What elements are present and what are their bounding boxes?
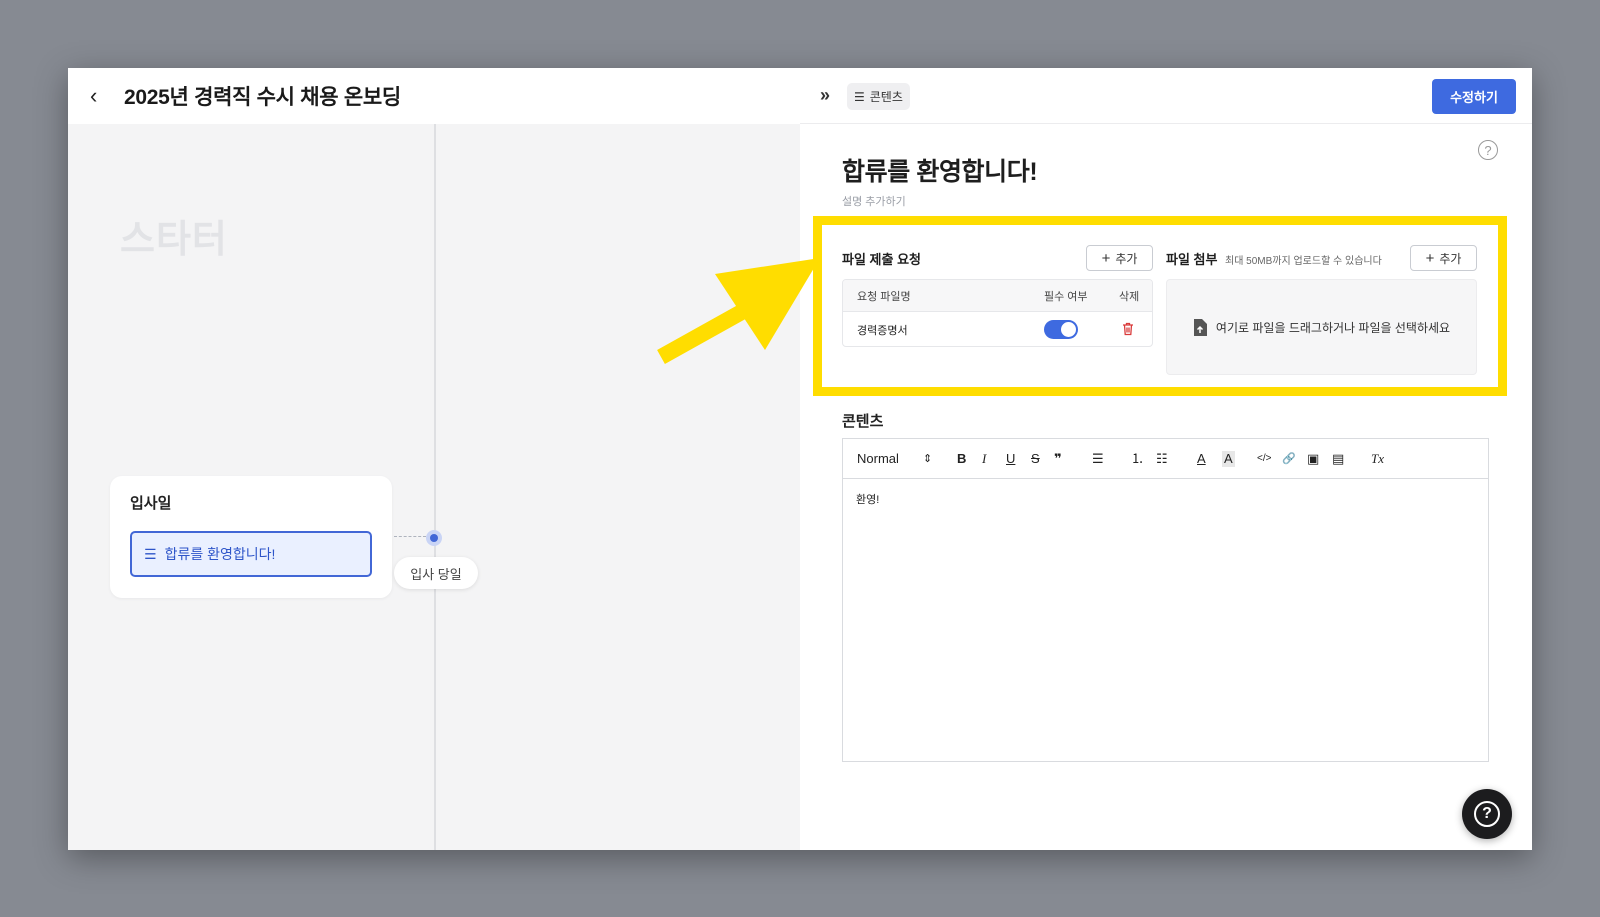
edit-button[interactable]: 수정하기 xyxy=(1432,79,1516,114)
list-icon: ☰ xyxy=(854,89,865,104)
day-pill: 입사 당일 xyxy=(394,557,478,589)
highlight-color-icon[interactable]: A xyxy=(1222,451,1235,467)
content-section-title: 콘텐츠 xyxy=(842,413,884,430)
add-file-request-button[interactable]: + 추가 xyxy=(1086,245,1153,271)
app-window: ‹ 2025년 경력직 수시 채용 온보딩 스타터 입사일 ☰ 합류를 환영합니… xyxy=(68,68,1532,850)
file-upload-icon xyxy=(1193,318,1207,336)
bold-icon[interactable]: B xyxy=(957,451,966,467)
add-label: 추가 xyxy=(1439,251,1462,266)
timeline-canvas: 스타터 입사일 ☰ 합류를 환영합니다! 입사 당일 xyxy=(68,124,800,850)
annotation-arrow-icon xyxy=(657,258,820,364)
quote-icon[interactable]: ❞ xyxy=(1054,451,1062,467)
plus-icon: + xyxy=(1101,249,1111,267)
font-color-icon[interactable]: A xyxy=(1197,451,1206,467)
timeline-node[interactable] xyxy=(426,530,442,546)
editor-body[interactable]: 환영! xyxy=(843,479,1488,519)
timeline-line xyxy=(434,124,436,850)
collapse-panel-icon[interactable]: » xyxy=(820,85,830,106)
file-dropzone[interactable]: 여기로 파일을 드래그하거나 파일을 선택하세요 xyxy=(1166,279,1477,375)
stage-label: 스타터 xyxy=(120,219,228,261)
page-header: ‹ 2025년 경력직 수시 채용 온보딩 xyxy=(68,68,800,124)
day-card-title: 입사일 xyxy=(130,495,172,512)
strikethrough-icon[interactable]: S xyxy=(1031,451,1040,467)
list-icon: ☰ xyxy=(144,545,157,562)
chevron-left-icon[interactable]: ‹ xyxy=(90,83,114,109)
add-label: 추가 xyxy=(1115,251,1138,266)
align-icon[interactable]: ☰ xyxy=(1092,451,1104,467)
image-icon[interactable]: ▣ xyxy=(1307,451,1319,467)
plus-icon: + xyxy=(1425,249,1435,267)
request-file-name: 경력증명서 xyxy=(857,325,908,337)
underline-icon[interactable]: U xyxy=(1006,451,1015,467)
file-request-title: 파일 제출 요청 xyxy=(842,252,921,267)
tab-content-label: 콘텐츠 xyxy=(869,90,903,104)
timeline-step-item[interactable]: ☰ 합류를 환영합니다! xyxy=(130,531,372,577)
required-toggle[interactable] xyxy=(1044,320,1078,339)
column-header-name: 요청 파일명 xyxy=(857,290,911,303)
table-row: 경력증명서 xyxy=(843,312,1152,346)
bullet-list-icon[interactable]: ☷ xyxy=(1156,451,1168,467)
editor-toolbar: Normal ⇕ B I U S ❞ ☰ ⒈ ☷ A A </> 🔗 ▣ ▤ T… xyxy=(843,439,1488,479)
day-card: 입사일 ☰ 합류를 환영합니다! xyxy=(110,476,392,598)
format-select[interactable]: Normal xyxy=(857,451,899,467)
add-file-attach-button[interactable]: + 추가 xyxy=(1410,245,1477,271)
help-circle-icon[interactable]: ? xyxy=(1478,140,1498,160)
rich-text-editor: Normal ⇕ B I U S ❞ ☰ ⒈ ☷ A A </> 🔗 ▣ ▤ T… xyxy=(842,438,1489,762)
detail-panel: » ☰ 콘텐츠 수정하기 ? 합류를 환영합니다! 설명 추가하기 파일 제출 … xyxy=(800,68,1532,850)
ordered-list-icon[interactable]: ⒈ xyxy=(1131,451,1144,467)
highlight-annotation-box: 파일 제출 요청 + 추가 요청 파일명 필수 여부 삭제 경력증명서 파일 첨… xyxy=(813,216,1507,396)
editor-text: 환영! xyxy=(856,494,880,506)
column-header-delete: 삭제 xyxy=(1119,290,1140,303)
select-arrows-icon: ⇕ xyxy=(923,453,933,465)
page-title: 2025년 경력직 수시 채용 온보딩 xyxy=(124,86,401,109)
code-icon[interactable]: </> xyxy=(1257,451,1271,467)
tab-content[interactable]: ☰ 콘텐츠 xyxy=(847,83,910,110)
link-icon[interactable]: 🔗 xyxy=(1282,451,1296,467)
file-request-table: 요청 파일명 필수 여부 삭제 경력증명서 xyxy=(842,279,1153,347)
step-item-label: 합류를 환영합니다! xyxy=(164,546,276,562)
video-icon[interactable]: ▤ xyxy=(1332,451,1344,467)
file-attach-title: 파일 첨부 xyxy=(1166,252,1218,267)
trash-icon[interactable] xyxy=(1122,322,1134,336)
italic-icon[interactable]: I xyxy=(982,451,986,467)
dropzone-text: 여기로 파일을 드래그하거나 파일을 선택하세요 xyxy=(1215,320,1451,335)
help-chat-button[interactable]: ? xyxy=(1462,789,1512,839)
question-icon: ? xyxy=(1474,801,1500,827)
file-attach-note: 최대 50MB까지 업로드할 수 있습니다 xyxy=(1225,256,1382,267)
clear-format-icon[interactable]: Tx xyxy=(1371,451,1384,467)
panel-header: » ☰ 콘텐츠 수정하기 xyxy=(800,68,1532,124)
table-header: 요청 파일명 필수 여부 삭제 xyxy=(843,280,1152,312)
add-description-link[interactable]: 설명 추가하기 xyxy=(842,193,906,209)
content-title: 합류를 환영합니다! xyxy=(842,158,1038,186)
column-header-required: 필수 여부 xyxy=(1044,290,1088,303)
connector-line xyxy=(394,536,426,537)
